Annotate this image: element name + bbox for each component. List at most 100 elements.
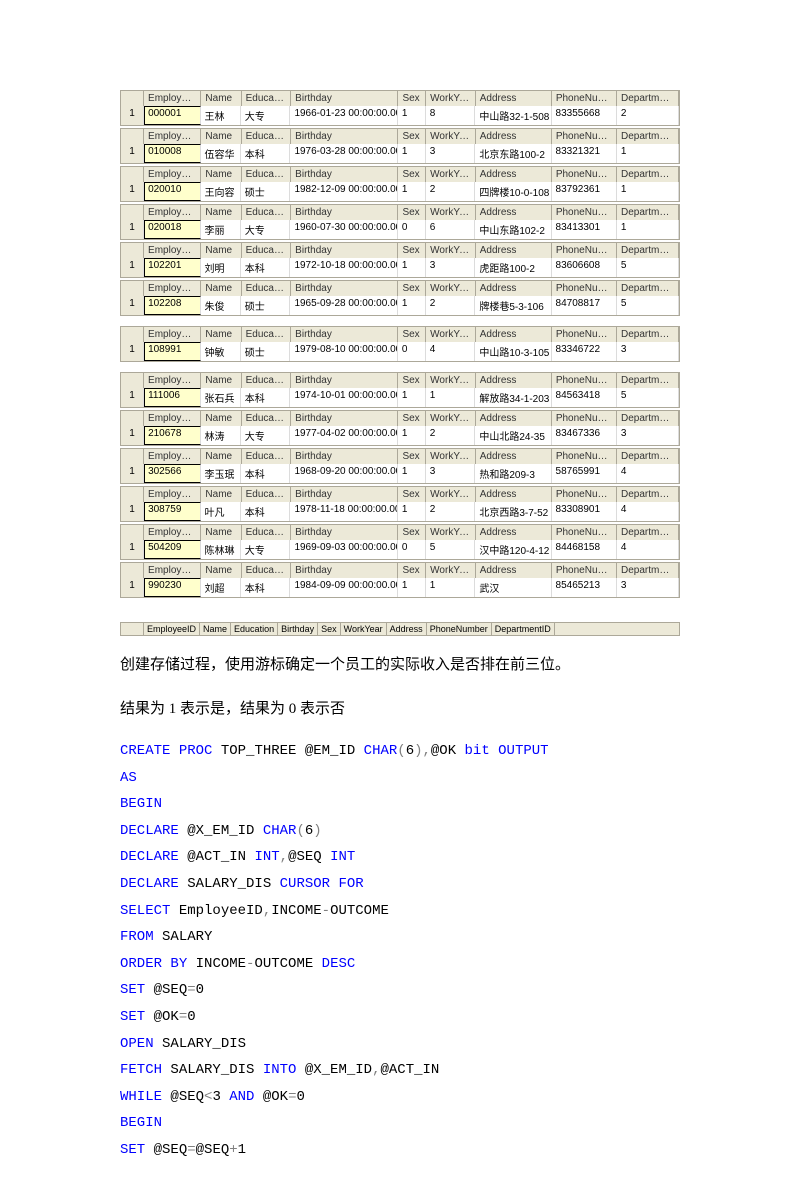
cell-emp[interactable]: 010008 — [144, 144, 200, 163]
cell-bday[interactable]: 1965-09-28 00:00:00.000 — [290, 296, 397, 315]
hdr-wy[interactable]: WorkYear — [426, 205, 476, 220]
hdr-bday[interactable]: Birthday — [291, 449, 398, 464]
hdr-bday[interactable]: Birthday — [291, 243, 398, 258]
hdr-edu[interactable]: Education — [242, 373, 292, 388]
cell-wy[interactable]: 3 — [426, 258, 476, 277]
cell-wy[interactable]: 4 — [426, 342, 476, 361]
hdr-phone[interactable]: PhoneNumber — [552, 243, 617, 258]
cell-sex[interactable]: 0 — [398, 342, 426, 361]
cell-wy[interactable]: 5 — [426, 540, 476, 559]
cell-phone[interactable]: 84563418 — [552, 388, 617, 407]
hdr-bday[interactable]: Birthday — [291, 91, 398, 106]
hdr-edu[interactable]: Education — [242, 91, 292, 106]
hdr-name[interactable]: Name — [201, 167, 241, 182]
cell-wy[interactable]: 3 — [426, 464, 476, 483]
cell-bday[interactable]: 1977-04-02 00:00:00.000 — [290, 426, 397, 445]
cell-addr[interactable]: 汉中路120-4-12 — [475, 540, 551, 559]
cell-sex[interactable]: 1 — [398, 258, 426, 277]
hdr-phone[interactable]: PhoneNumber — [552, 129, 617, 144]
cell-name[interactable]: 叶凡 — [201, 502, 241, 521]
hdr-name[interactable]: Name — [201, 281, 241, 296]
hdr-edu[interactable]: Education — [242, 563, 292, 578]
cell-edu[interactable]: 硕士 — [241, 182, 291, 201]
hdr-emp[interactable]: EmployeeID — [144, 91, 201, 106]
cell-addr[interactable]: 武汉 — [475, 578, 551, 597]
cell-emp[interactable]: 102201 — [144, 258, 200, 277]
hdr-sex[interactable]: Sex — [398, 525, 426, 540]
cell-phone[interactable]: 83321321 — [552, 144, 617, 163]
hdr-phone[interactable]: PhoneNumber — [552, 487, 617, 502]
cell-name[interactable]: 刘超 — [201, 578, 241, 597]
hdr-edu[interactable]: Education — [242, 449, 292, 464]
hdr-bday[interactable]: Birthday — [291, 373, 398, 388]
cell-phone[interactable]: 83308901 — [552, 502, 617, 521]
cell-wy[interactable]: 2 — [426, 426, 476, 445]
hdr-wy[interactable]: WorkYear — [426, 91, 476, 106]
cell-name[interactable]: 王向容 — [201, 182, 241, 201]
hdr-sex[interactable]: Sex — [398, 563, 426, 578]
cell-phone[interactable]: 83346722 — [552, 342, 617, 361]
hdr-emp[interactable]: EmployeeID — [144, 243, 201, 258]
hdr-name[interactable]: Name — [201, 525, 241, 540]
hdr-sex[interactable]: Sex — [398, 243, 426, 258]
table-row[interactable]: 1102201刘明本科1972-10-18 00:00:00.00013虎距路1… — [121, 258, 679, 277]
hdr-wy[interactable]: WorkYear — [426, 487, 476, 502]
cell-sex[interactable]: 0 — [398, 220, 426, 239]
cell-wy[interactable]: 6 — [426, 220, 476, 239]
cell-dept[interactable]: 1 — [617, 144, 679, 163]
cell-dept[interactable]: 2 — [617, 106, 679, 125]
hdr-wy[interactable]: WorkYear — [426, 563, 476, 578]
hdr-phone[interactable]: PhoneNumber — [552, 91, 617, 106]
hdr-emp[interactable]: EmployeeID — [144, 129, 201, 144]
hdr-sex[interactable]: Sex — [398, 281, 426, 296]
cell-bday[interactable]: 1974-10-01 00:00:00.000 — [290, 388, 397, 407]
hdr-emp[interactable]: EmployeeID — [144, 563, 201, 578]
hdr-edu[interactable]: Education — [242, 487, 292, 502]
hdr-dept[interactable]: DepartmentID — [617, 205, 679, 220]
hdr-dept[interactable]: DepartmentID — [617, 525, 679, 540]
cell-name[interactable]: 陈林琳 — [201, 540, 241, 559]
table-row[interactable]: 1504209陈林琳大专1969-09-03 00:00:00.00005汉中路… — [121, 540, 679, 559]
cell-bday[interactable]: 1978-11-18 00:00:00.000 — [290, 502, 397, 521]
table-row[interactable]: 1990230刘超本科1984-09-09 00:00:00.00011武汉85… — [121, 578, 679, 597]
hdr-wy[interactable]: WorkYear — [426, 281, 476, 296]
table-row[interactable]: 1111006张石兵本科1974-10-01 00:00:00.00011解放路… — [121, 388, 679, 407]
cell-sex[interactable]: 1 — [398, 578, 426, 597]
hdr-edu[interactable]: Education — [242, 205, 292, 220]
hdr-name[interactable]: Name — [201, 449, 241, 464]
hdr-addr[interactable]: Address — [476, 129, 552, 144]
hdr-wy[interactable]: WorkYear — [426, 327, 476, 342]
cell-phone[interactable]: 83606608 — [552, 258, 617, 277]
table-row[interactable]: 1108991钟敏硕士1979-08-10 00:00:00.00004中山路1… — [121, 342, 679, 361]
hdr-addr[interactable]: Address — [476, 281, 552, 296]
hdr-wy[interactable]: WorkYear — [426, 167, 476, 182]
cell-emp[interactable]: 504209 — [144, 540, 200, 559]
hdr-wy[interactable]: WorkYear — [426, 243, 476, 258]
cell-sex[interactable]: 1 — [398, 144, 426, 163]
cell-dept[interactable]: 4 — [617, 502, 679, 521]
hdr-bday[interactable]: Birthday — [291, 281, 398, 296]
cell-name[interactable]: 王林 — [201, 106, 241, 125]
hdr-dept[interactable]: DepartmentID — [617, 487, 679, 502]
cell-wy[interactable]: 1 — [426, 578, 476, 597]
cell-name[interactable]: 伍容华 — [201, 144, 241, 163]
hdr-phone[interactable]: PhoneNumber — [552, 167, 617, 182]
cell-addr[interactable]: 北京东路100-2 — [475, 144, 551, 163]
hdr-addr[interactable]: Address — [476, 205, 552, 220]
cell-emp[interactable]: 000001 — [144, 106, 200, 125]
hdr-name[interactable]: Name — [201, 327, 241, 342]
hdr-phone[interactable]: PhoneNumber — [552, 373, 617, 388]
cell-emp[interactable]: 020018 — [144, 220, 200, 239]
hdr-name[interactable]: Name — [201, 129, 241, 144]
hdr-sex[interactable]: Sex — [398, 411, 426, 426]
cell-sex[interactable]: 1 — [398, 464, 426, 483]
cell-bday[interactable]: 1982-12-09 00:00:00.000 — [290, 182, 397, 201]
hdr-sex[interactable]: Sex — [398, 487, 426, 502]
hdr-edu[interactable]: Education — [242, 243, 292, 258]
cell-wy[interactable]: 3 — [426, 144, 476, 163]
cell-edu[interactable]: 大专 — [241, 106, 291, 125]
hdr-addr[interactable]: Address — [476, 411, 552, 426]
cell-phone[interactable]: 58765991 — [552, 464, 617, 483]
hdr-wy[interactable]: WorkYear — [426, 411, 476, 426]
cell-edu[interactable]: 硕士 — [241, 296, 291, 315]
